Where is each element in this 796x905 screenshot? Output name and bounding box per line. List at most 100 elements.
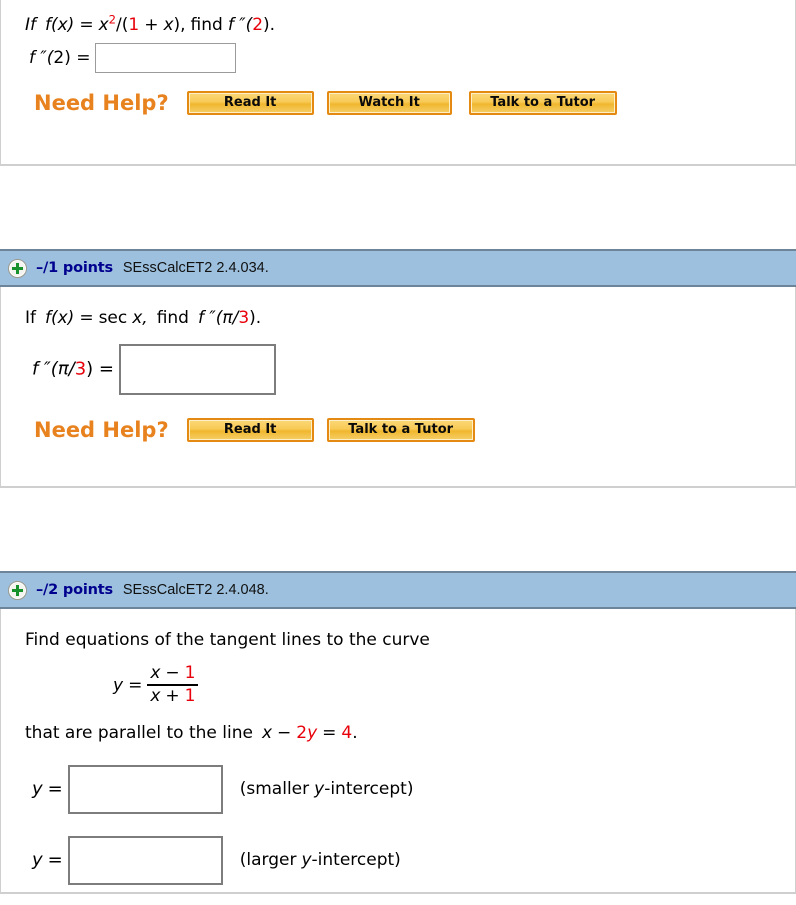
talk-to-tutor-button-top[interactable]: Talk to a Tutor	[468, 90, 617, 115]
points-label-2-4-034: –/1 points	[36, 260, 113, 276]
read-it-button-2-4-034[interactable]: Read It	[186, 417, 314, 442]
answer-label-y: y	[32, 849, 43, 871]
question-prompt-line-1: Find equations of the tangent lines to t…	[25, 629, 795, 652]
prompt-target-pi: π/	[222, 308, 239, 328]
read-it-label: Read It	[223, 422, 277, 438]
question-header-2-4-048[interactable]: –/2 points SEssCalcET2 2.4.048.	[0, 571, 796, 609]
answer-label-number: 3	[74, 358, 87, 380]
question-reference-2-4-048: SEssCalcET2 2.4.048.	[122, 582, 269, 598]
prompt-target-number: 3	[238, 308, 250, 328]
answer-input-smaller-intercept[interactable]	[67, 764, 223, 814]
note-y-smaller: y	[314, 779, 325, 800]
line2-four: 4	[341, 723, 353, 744]
answer-row-2-4-034: f ″(π/3) =	[32, 343, 795, 395]
denominator-operator: +	[165, 686, 180, 707]
question-header-2-4-034[interactable]: –/1 points SEssCalcET2 2.4.034.	[0, 249, 796, 287]
answer-label-equals: =	[47, 778, 63, 800]
prompt-target-f: f ″(	[197, 308, 223, 328]
need-help-label: Need Help?	[34, 417, 169, 442]
prompt-equals: =	[79, 308, 94, 328]
note-rest-smaller: -intercept)	[324, 779, 414, 800]
answer-row-larger-intercept: y = (larger y-intercept)	[32, 835, 795, 885]
question-prompt-2-4-034: If f(x) = sec x, find f ″(π/3).	[25, 307, 795, 330]
need-help-row-2-4-034: Need Help? Read It Talk to a Tutor	[34, 417, 795, 442]
question-formula: y = x −1 x +1	[113, 662, 795, 707]
answer-label-f: f ″(	[29, 47, 54, 68]
prompt-find: find	[156, 308, 189, 328]
answer-row-top: f ″(2) =	[29, 42, 795, 73]
prompt-variable: x,	[132, 308, 148, 328]
prompt-text-line-2: that are parallel to the line	[25, 723, 253, 744]
panel-gap-2	[0, 488, 796, 571]
prompt-expr-close: ),	[173, 15, 186, 35]
prompt-function: f(x)	[45, 308, 75, 328]
answer-row-smaller-intercept: y = (smaller y-intercept)	[32, 764, 795, 814]
line2-period: .	[352, 723, 358, 744]
answer-label-y: y	[32, 778, 43, 800]
read-it-label: Read It	[223, 95, 277, 111]
talk-to-tutor-button-2-4-034[interactable]: Talk to a Tutor	[326, 417, 475, 442]
prompt-expr-plus: +	[144, 15, 159, 35]
prompt-lead: If	[25, 15, 36, 35]
fraction-numerator: x −1	[147, 662, 198, 685]
question-panel-2-4-048: Find equations of the tangent lines to t…	[0, 609, 796, 894]
talk-to-tutor-label: Talk to a Tutor	[348, 422, 454, 438]
question-prompt-top: If f(x) = x2/(1 + x), find f ″(2).	[25, 14, 795, 37]
need-help-row-top: Need Help? Read It Watch It Talk to a Tu…	[34, 90, 795, 115]
answer-input-top[interactable]	[95, 42, 237, 73]
note-open-smaller: (smaller	[239, 779, 310, 800]
watch-it-button-top[interactable]: Watch It	[326, 90, 452, 115]
panel-gap-1	[0, 166, 796, 249]
formula-lhs: y	[113, 675, 124, 696]
numerator-constant: 1	[184, 662, 196, 683]
question-panel-2-4-034: If f(x) = sec x, find f ″(π/3). f ″(π/3) = Nee…	[0, 287, 796, 488]
prompt-function: f(x)	[45, 15, 75, 35]
prompt-find: find	[190, 15, 223, 35]
answer-label-close: ) =	[64, 47, 91, 68]
watch-it-label: Watch It	[358, 95, 420, 111]
prompt-target-close: ).	[249, 308, 262, 328]
answer-label-equals: =	[47, 849, 63, 871]
prompt-expr-base: x	[98, 15, 109, 35]
answer-note-larger: (larger y-intercept)	[240, 850, 401, 870]
question-prompt-line-2: that are parallel to the line x −2y = 4.	[25, 722, 795, 745]
line2-equals: =	[322, 723, 337, 744]
answer-label-close: ) =	[86, 358, 114, 380]
prompt-sec: sec	[98, 308, 128, 328]
prompt-expr-exponent: 2	[108, 12, 116, 27]
formula-equals: =	[128, 675, 143, 696]
talk-to-tutor-label: Talk to a Tutor	[490, 95, 596, 111]
prompt-lead: If	[25, 308, 36, 328]
prompt-expr-open: /(	[115, 15, 129, 35]
line2-two: 2	[296, 723, 308, 744]
line2-minus: −	[277, 723, 292, 744]
answer-label-f: f ″(	[32, 358, 58, 380]
prompt-text-line-1: Find equations of the tangent lines to t…	[25, 630, 430, 650]
need-help-label: Need Help?	[34, 90, 169, 115]
answer-label-pi: π/	[57, 358, 75, 380]
line2-x: x	[261, 723, 272, 744]
note-y-larger: y	[301, 850, 312, 871]
denominator-constant: 1	[184, 686, 196, 707]
prompt-target-arg: 2	[252, 15, 264, 35]
line2-y: y	[307, 723, 318, 744]
points-label-2-4-048: –/2 points	[36, 582, 113, 598]
fraction-denominator: x +1	[147, 684, 199, 707]
prompt-target-close: ).	[263, 15, 276, 35]
numerator-operator: −	[165, 662, 180, 683]
question-panel-top: If f(x) = x2/(1 + x), find f ″(2). f ″(2) = Nee…	[0, 0, 796, 166]
answer-input-2-4-034[interactable]	[119, 343, 276, 395]
denominator-x: x	[150, 686, 161, 707]
plus-circle-icon[interactable]	[8, 258, 27, 278]
question-reference-2-4-034: SEssCalcET2 2.4.034.	[122, 260, 269, 276]
prompt-expr-one: 1	[128, 15, 140, 35]
prompt-target-f: f ″(	[227, 15, 253, 35]
formula-fraction: x −1 x +1	[147, 662, 199, 707]
note-rest-larger: -intercept)	[311, 850, 401, 871]
answer-label-arg: 2	[53, 47, 65, 68]
answer-input-larger-intercept[interactable]	[67, 835, 223, 885]
prompt-expr-var: x	[163, 15, 174, 35]
plus-circle-icon[interactable]	[8, 580, 27, 600]
numerator-x: x	[150, 662, 161, 683]
read-it-button-top[interactable]: Read It	[186, 90, 314, 115]
